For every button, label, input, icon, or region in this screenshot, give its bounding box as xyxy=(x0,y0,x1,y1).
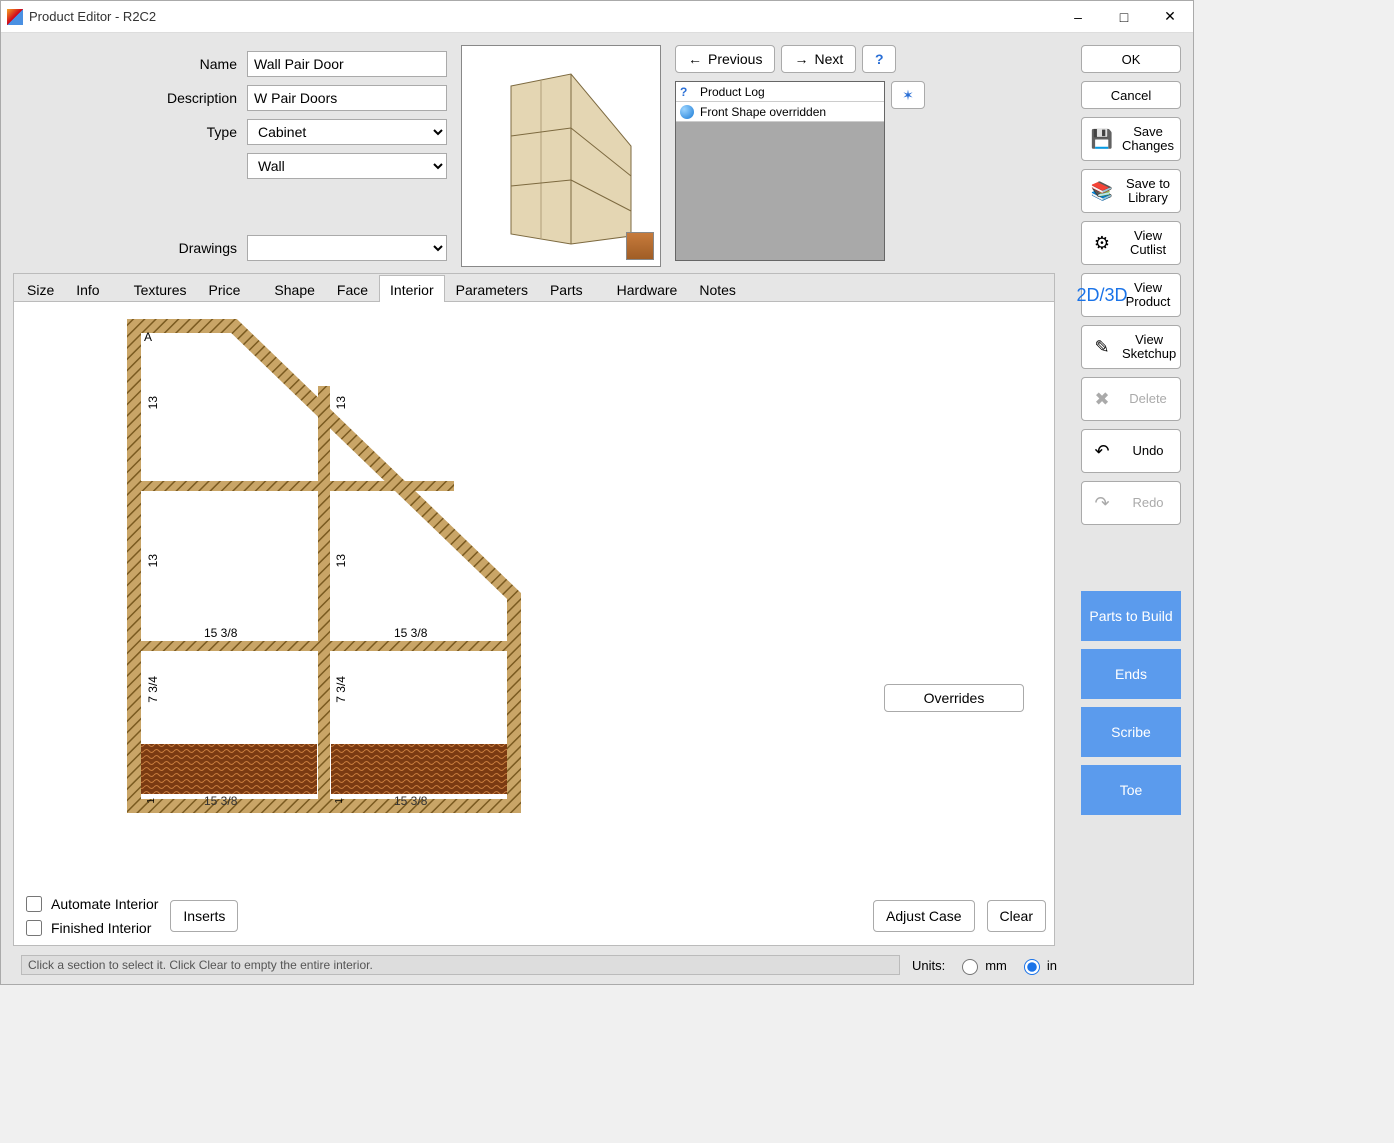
units-in[interactable]: in xyxy=(1019,956,1057,975)
library-icon: 📚 xyxy=(1088,177,1116,205)
app-icon xyxy=(7,9,23,25)
property-tabs: Size Info Textures Price Shape Face Inte… xyxy=(13,273,1055,946)
save-icon: 💾 xyxy=(1088,125,1116,153)
tab-info[interactable]: Info xyxy=(65,275,110,303)
view-product-button[interactable]: 2D/3D View Product xyxy=(1081,273,1181,317)
ends-button[interactable]: Ends xyxy=(1081,649,1181,699)
tab-notes[interactable]: Notes xyxy=(688,275,747,303)
tab-shape[interactable]: Shape xyxy=(263,275,325,303)
redo-button[interactable]: ↷ Redo xyxy=(1081,481,1181,525)
cabinet-3d-icon xyxy=(481,66,641,246)
dim-h-bl: 15 3/8 xyxy=(204,794,237,808)
dim-h-br: 15 3/8 xyxy=(394,794,427,808)
finished-interior-check[interactable]: Finished Interior xyxy=(22,917,158,939)
previous-button[interactable]: ← Previous xyxy=(675,45,775,73)
automate-interior-check[interactable]: Automate Interior xyxy=(22,893,158,915)
info-icon xyxy=(680,105,694,119)
dim-v-tl: 13 xyxy=(146,396,160,409)
tab-parts[interactable]: Parts xyxy=(539,275,594,303)
scribe-button[interactable]: Scribe xyxy=(1081,707,1181,757)
inserts-button[interactable]: Inserts xyxy=(170,900,238,932)
subtype-select[interactable]: Wall xyxy=(247,153,447,179)
description-input[interactable] xyxy=(247,85,447,111)
dim-v-lr: 7 3/4 xyxy=(334,676,348,703)
name-label: Name xyxy=(117,56,237,72)
type-select[interactable]: Cabinet xyxy=(247,119,447,145)
tabstrip: Size Info Textures Price Shape Face Inte… xyxy=(14,274,1054,302)
toe-button[interactable]: Toe xyxy=(1081,765,1181,815)
undo-icon: ↶ xyxy=(1088,437,1116,465)
status-bar: Click a section to select it. Click Clea… xyxy=(13,952,1065,978)
dim-h-mr: 15 3/8 xyxy=(394,626,427,640)
log-item[interactable]: Front Shape overridden xyxy=(676,102,884,122)
adjust-case-button[interactable]: Adjust Case xyxy=(873,900,974,932)
titlebar: Product Editor - R2C2 – □ ✕ xyxy=(1,1,1193,33)
help-icon: ? xyxy=(680,85,694,99)
tab-hardware[interactable]: Hardware xyxy=(606,275,689,303)
view-2d3d-icon: 2D/3D xyxy=(1088,281,1116,309)
close-button[interactable]: ✕ xyxy=(1147,1,1193,33)
dim-v-tr: 13 xyxy=(334,396,348,409)
interior-bottom-controls: Automate Interior Finished Interior Inse… xyxy=(22,893,1046,939)
save-changes-button[interactable]: 💾 Save Changes xyxy=(1081,117,1181,161)
log-header-row: ? Product Log xyxy=(676,82,884,102)
tab-size[interactable]: Size xyxy=(16,275,65,303)
maximize-button[interactable]: □ xyxy=(1101,1,1147,33)
view-sketchup-button[interactable]: ✎ View Sketchup xyxy=(1081,325,1181,369)
parts-to-build-button[interactable]: Parts to Build xyxy=(1081,591,1181,641)
sketchup-icon: ✎ xyxy=(1088,333,1116,361)
tab-interior[interactable]: Interior xyxy=(379,275,445,303)
tab-textures[interactable]: Textures xyxy=(123,275,198,303)
save-to-library-button[interactable]: 📚 Save to Library xyxy=(1081,169,1181,213)
help-button[interactable]: ? xyxy=(862,45,896,73)
section-a-label: A xyxy=(144,330,152,344)
arrow-left-icon: ← xyxy=(688,51,702,67)
top-row: Name Description Type Cabinet Wall Drawi… xyxy=(13,45,1065,267)
drawings-select[interactable] xyxy=(247,235,447,261)
nav-log-column: ← Previous → Next ? xyxy=(675,45,925,261)
status-hint: Click a section to select it. Click Clea… xyxy=(21,955,900,975)
arrow-right-icon: → xyxy=(794,51,808,67)
dim-v-ll: 7 3/4 xyxy=(146,676,160,703)
next-button[interactable]: → Next xyxy=(781,45,856,73)
description-label: Description xyxy=(117,90,237,106)
cancel-button[interactable]: Cancel xyxy=(1081,81,1181,109)
preview-3d[interactable] xyxy=(461,45,661,267)
minimize-button[interactable]: – xyxy=(1055,1,1101,33)
tab-face[interactable]: Face xyxy=(326,275,379,303)
units-mm[interactable]: mm xyxy=(957,956,1007,975)
name-input[interactable] xyxy=(247,51,447,77)
tab-parameters[interactable]: Parameters xyxy=(445,275,539,303)
delete-icon: ✖ xyxy=(1088,385,1116,413)
dim-h-ml: 15 3/8 xyxy=(204,626,237,640)
type-label: Type xyxy=(117,124,237,140)
view-cutlist-button[interactable]: ⚙ View Cutlist xyxy=(1081,221,1181,265)
product-log[interactable]: ? Product Log Front Shape overridden xyxy=(675,81,885,261)
delete-button[interactable]: ✖ Delete xyxy=(1081,377,1181,421)
drawings-label: Drawings xyxy=(117,240,237,256)
view-cube-icon[interactable] xyxy=(626,232,654,260)
tab-price[interactable]: Price xyxy=(198,275,252,303)
interior-tab-content: A 13 13 13 13 15 3/8 15 3/8 7 3/4 7 3/4 … xyxy=(14,302,1054,945)
sawblade-icon: ⚙ xyxy=(1088,229,1116,257)
dim-v-ml: 13 xyxy=(146,554,160,567)
client-area: Name Description Type Cabinet Wall Drawi… xyxy=(1,33,1193,984)
app-window: Product Editor - R2C2 – □ ✕ Name Descrip… xyxy=(0,0,1194,985)
undo-button[interactable]: ↶ Undo xyxy=(1081,429,1181,473)
dim-v-bl: 1 xyxy=(146,798,157,804)
clear-button[interactable]: Clear xyxy=(987,900,1046,932)
dim-v-mr: 13 xyxy=(334,554,348,567)
redo-icon: ↷ xyxy=(1088,489,1116,517)
overrides-button[interactable]: Overrides xyxy=(884,684,1024,712)
dim-v-br: 1 xyxy=(334,798,345,804)
ok-button[interactable]: OK xyxy=(1081,45,1181,73)
units-label: Units: xyxy=(912,958,945,973)
window-title: Product Editor - R2C2 xyxy=(29,9,1055,24)
fit-view-button[interactable]: ✶ xyxy=(891,81,925,109)
form-area: Name Description Type Cabinet Wall Drawi… xyxy=(117,45,447,261)
action-column: OK Cancel 💾 Save Changes 📚 Save to Libra… xyxy=(1081,45,1181,978)
interior-drawing[interactable]: A 13 13 13 13 15 3/8 15 3/8 7 3/4 7 3/4 … xyxy=(124,316,524,816)
